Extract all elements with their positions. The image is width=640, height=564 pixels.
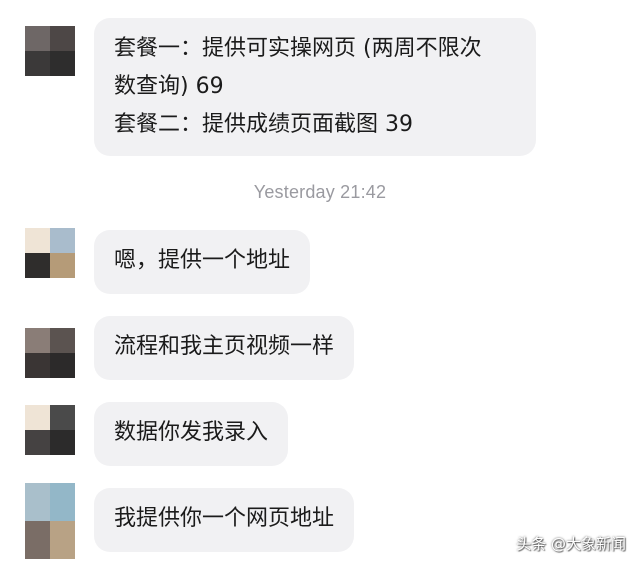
timestamp: Yesterday 21:42 bbox=[253, 182, 387, 202]
message-text: 套餐一：提供可实操网页 (两周不限次 bbox=[114, 36, 482, 61]
message-bubble[interactable]: 流程和我主页视频一样 bbox=[94, 316, 355, 380]
message-bubble[interactable]: 嗯，提供一个地址 bbox=[94, 230, 311, 294]
message-bubble[interactable]: 我提供你一个网页地址 bbox=[94, 488, 355, 552]
avatar[interactable] bbox=[25, 483, 75, 559]
avatar[interactable] bbox=[25, 405, 75, 455]
message-text: 嗯，提供一个地址 bbox=[114, 248, 291, 273]
message-text: 我提供你一个网页地址 bbox=[114, 506, 335, 531]
avatar[interactable] bbox=[25, 228, 75, 278]
watermark: 头条 @大象新闻 bbox=[516, 535, 626, 553]
avatar[interactable] bbox=[25, 328, 75, 378]
message-text: 流程和我主页视频一样 bbox=[114, 334, 335, 359]
avatar[interactable] bbox=[25, 26, 75, 76]
message-bubble[interactable]: 数据你发我录入 bbox=[94, 402, 289, 466]
message-text: 数据你发我录入 bbox=[114, 420, 269, 445]
message-text: 数查询) 69 bbox=[114, 74, 224, 99]
message-bubble[interactable]: 套餐一：提供可实操网页 (两周不限次 数查询) 69 套餐二：提供成绩页面截图 … bbox=[94, 18, 536, 156]
message-text: 套餐二：提供成绩页面截图 39 bbox=[114, 112, 413, 137]
